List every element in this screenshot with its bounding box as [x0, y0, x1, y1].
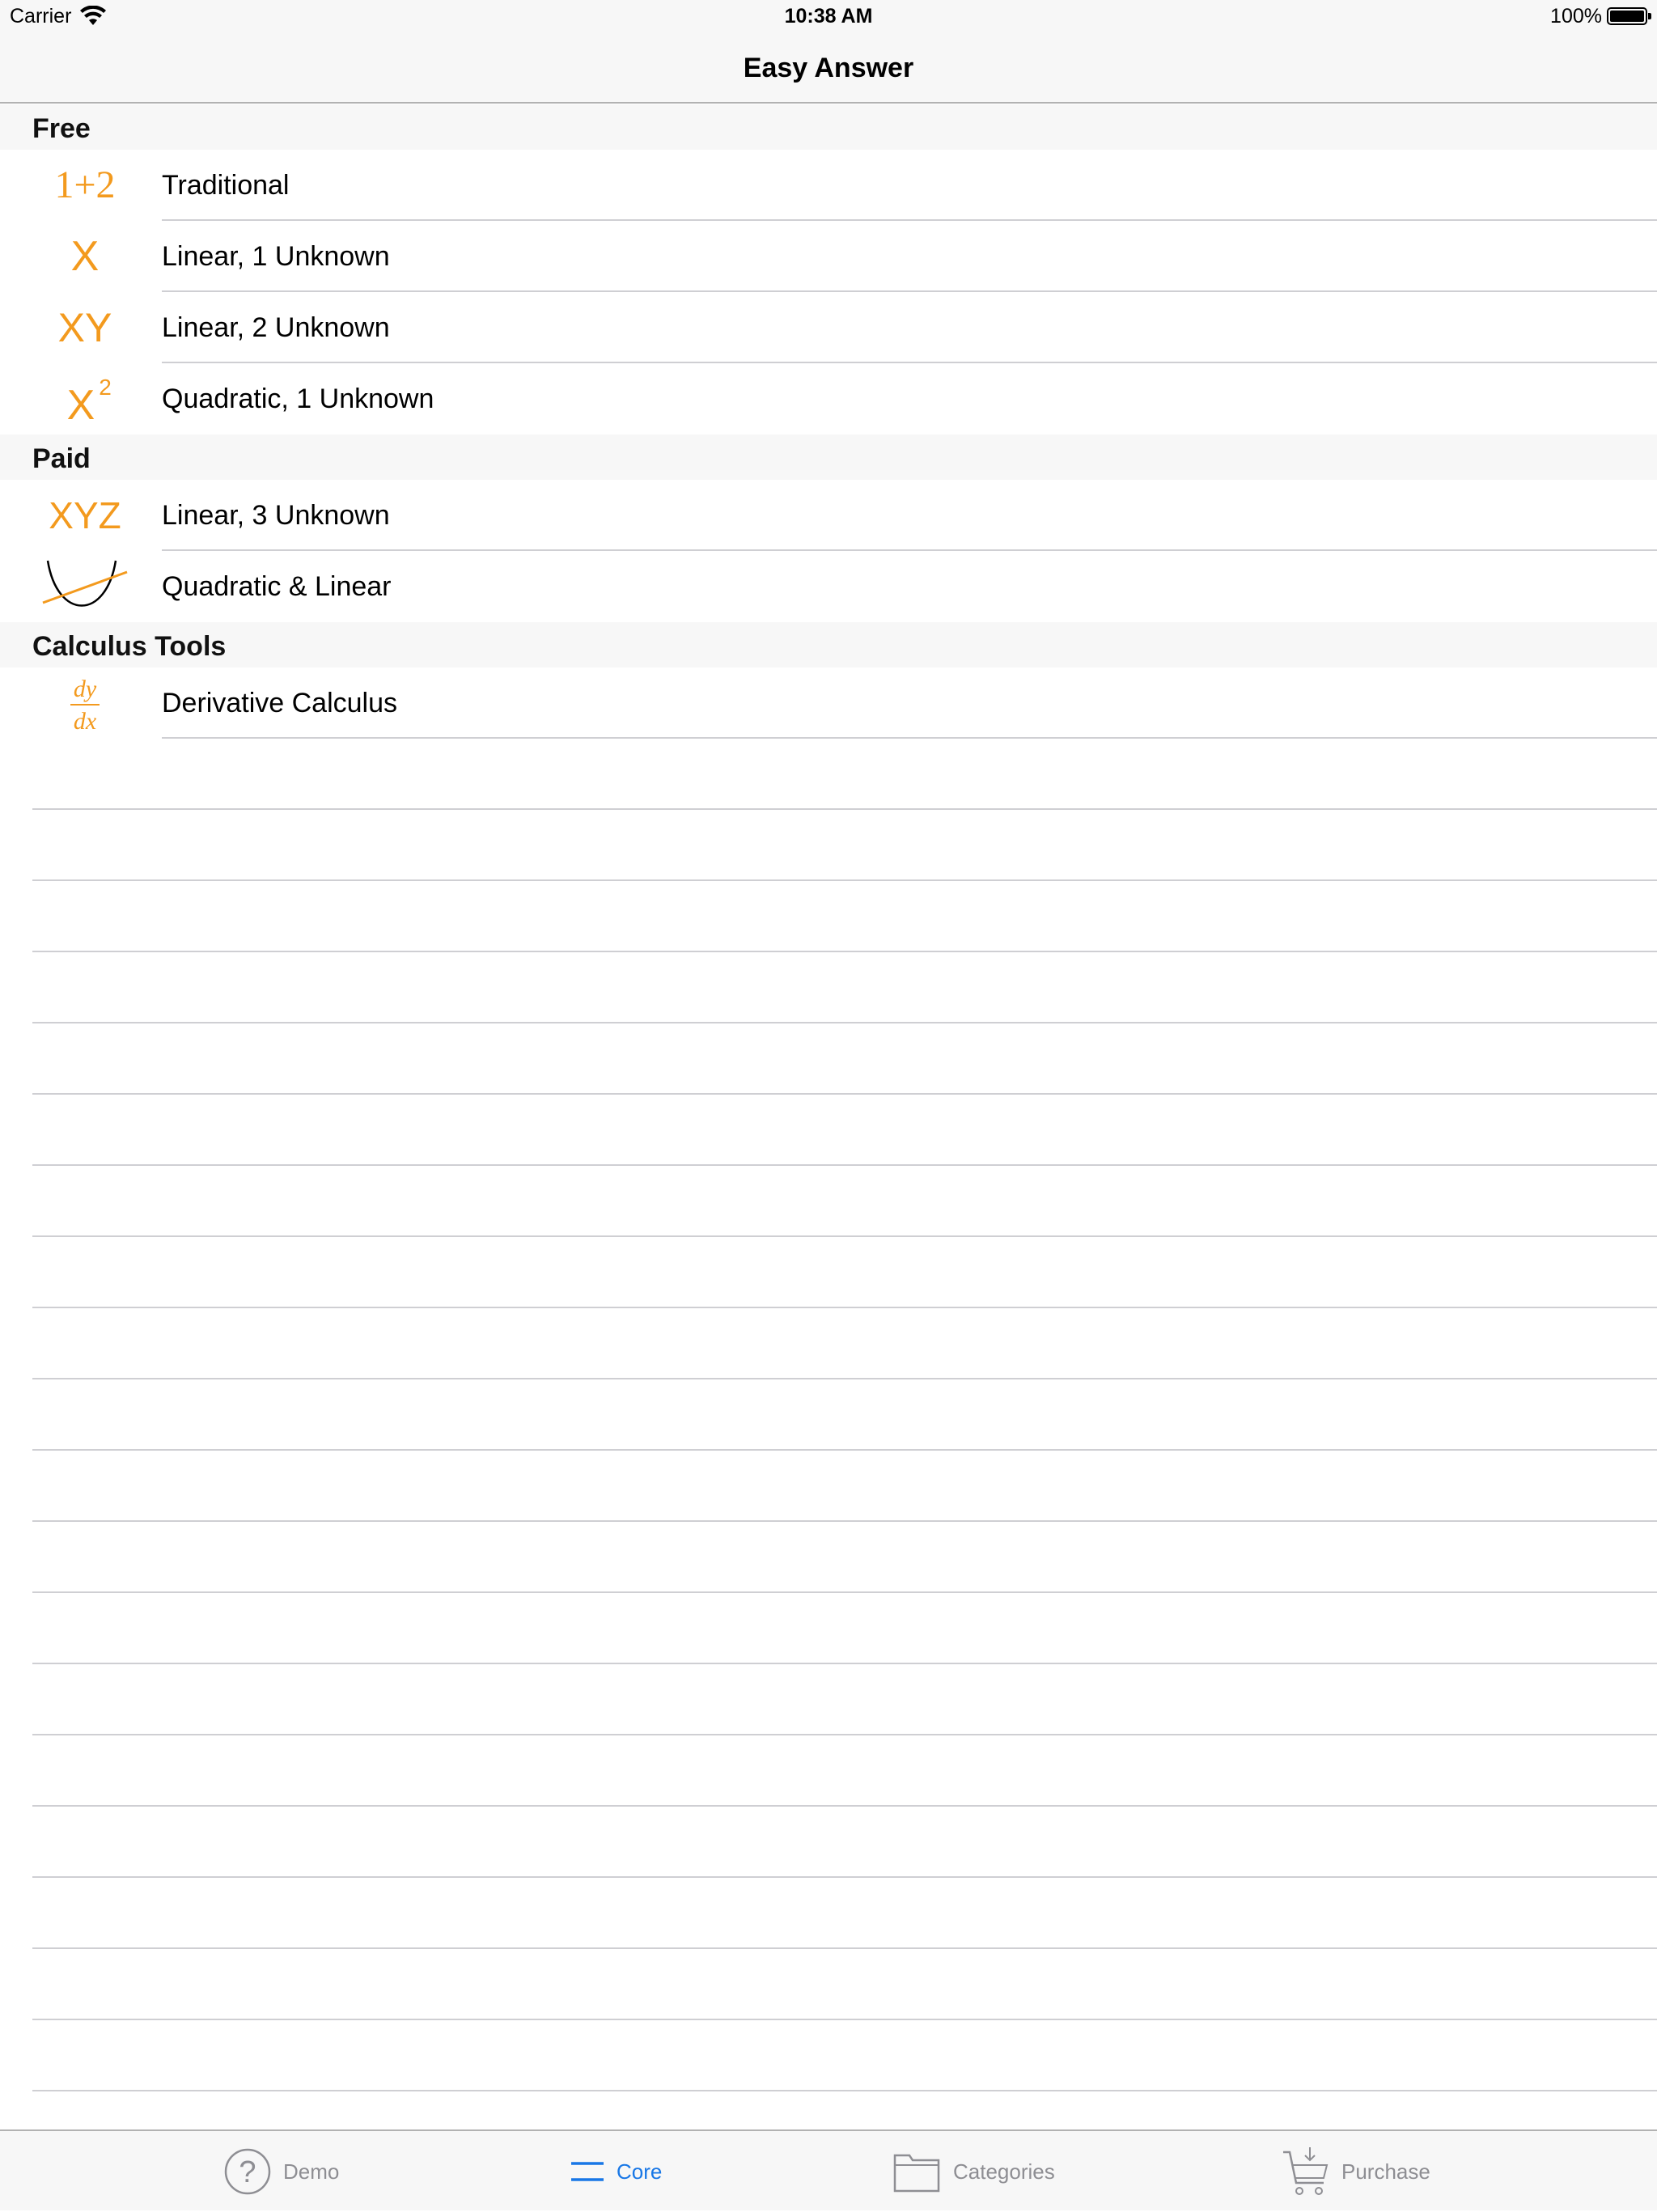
- row-separator: [32, 1307, 1657, 1308]
- row-separator: [32, 1378, 1657, 1379]
- section-header-calculus-tools: Calculus Tools: [0, 622, 1657, 667]
- tab-label: Core: [617, 2159, 663, 2184]
- tab-demo[interactable]: ? Demo: [223, 2131, 339, 2212]
- parabola-line-icon: [32, 551, 138, 622]
- svg-text:X: X: [67, 382, 95, 427]
- empty-table-area: [0, 739, 1657, 2130]
- dy-dx-icon: dy dx: [32, 667, 138, 739]
- xy-icon: XY: [32, 292, 138, 363]
- row-separator: [32, 1947, 1657, 1949]
- section-title: Paid: [32, 443, 91, 474]
- row-separator: [32, 1591, 1657, 1593]
- one-plus-two-icon: 1+2: [32, 150, 138, 221]
- row-separator: [32, 879, 1657, 881]
- page-title: Easy Answer: [743, 53, 914, 83]
- tab-purchase[interactable]: Purchase: [1282, 2131, 1430, 2212]
- list-item-quadratic-linear[interactable]: Quadratic & Linear: [0, 551, 1657, 622]
- battery-percent: 100%: [1550, 5, 1602, 28]
- section-header-paid: Paid: [0, 434, 1657, 480]
- section-title: Calculus Tools: [32, 631, 227, 662]
- row-separator: [32, 1449, 1657, 1451]
- tab-core[interactable]: Core: [570, 2131, 662, 2212]
- row-separator: [32, 1164, 1657, 1166]
- svg-text:XYZ: XYZ: [49, 494, 121, 536]
- row-separator: [32, 1663, 1657, 1664]
- svg-text:dx: dx: [74, 708, 97, 735]
- svg-text:?: ?: [239, 2155, 256, 2189]
- xyz-icon: XYZ: [32, 480, 138, 551]
- row-separator: [32, 1235, 1657, 1237]
- list-item-quadratic-1-unknown[interactable]: X 2 Quadratic, 1 Unknown: [0, 363, 1657, 434]
- list-item-traditional[interactable]: 1+2 Traditional: [0, 150, 1657, 221]
- status-time: 10:38 AM: [784, 5, 873, 28]
- row-separator: [32, 1520, 1657, 1522]
- svg-text:2: 2: [99, 375, 112, 400]
- svg-text:XY: XY: [58, 305, 112, 350]
- section-title: Free: [32, 113, 91, 144]
- list-item-label: Derivative Calculus: [162, 688, 397, 718]
- list-item-label: Quadratic & Linear: [162, 571, 392, 602]
- equation-type-list: Free 1+2 Traditional X Linear, 1 Unknown…: [0, 104, 1657, 739]
- list-item-label: Quadratic, 1 Unknown: [162, 383, 434, 414]
- list-item-label: Traditional: [162, 170, 290, 201]
- row-separator: [32, 1805, 1657, 1807]
- x-icon: X: [32, 221, 138, 292]
- cart-icon: [1282, 2146, 1330, 2197]
- tab-label: Purchase: [1341, 2159, 1430, 2184]
- list-item-label: Linear, 1 Unknown: [162, 241, 390, 272]
- list-item-derivative-calculus[interactable]: dy dx Derivative Calculus: [0, 667, 1657, 739]
- tab-label: Categories: [953, 2159, 1055, 2184]
- list-item-label: Linear, 2 Unknown: [162, 312, 390, 343]
- list-item-label: Linear, 3 Unknown: [162, 500, 390, 531]
- row-separator: [32, 1876, 1657, 1878]
- row-separator: [32, 2019, 1657, 2020]
- x-squared-icon: X 2: [32, 363, 138, 434]
- status-battery: 100%: [1550, 3, 1651, 29]
- svg-text:1+2: 1+2: [54, 163, 115, 206]
- row-separator: [32, 1093, 1657, 1095]
- svg-text:dy: dy: [74, 676, 97, 702]
- status-bar: Carrier 10:38 AM 100%: [0, 0, 1657, 32]
- row-separator: [32, 1734, 1657, 1735]
- tab-bar: ? Demo Core Categories Purchase: [0, 2129, 1657, 2210]
- row-separator: [32, 951, 1657, 952]
- row-separator: [32, 808, 1657, 810]
- question-circle-icon: ?: [223, 2147, 272, 2196]
- list-item-linear-2-unknown[interactable]: XY Linear, 2 Unknown: [0, 292, 1657, 363]
- folder-icon: [893, 2149, 942, 2194]
- tab-label: Demo: [283, 2159, 340, 2184]
- list-item-linear-3-unknown[interactable]: XYZ Linear, 3 Unknown: [0, 480, 1657, 551]
- list-item-linear-1-unknown[interactable]: X Linear, 1 Unknown: [0, 221, 1657, 292]
- tab-categories[interactable]: Categories: [893, 2131, 1055, 2212]
- row-separator: [32, 2090, 1657, 2091]
- svg-text:X: X: [71, 233, 100, 280]
- menu-lines-icon: [570, 2155, 605, 2188]
- battery-icon: [1607, 7, 1651, 25]
- section-header-free: Free: [0, 104, 1657, 150]
- navigation-bar: Easy Answer: [0, 32, 1657, 104]
- row-separator: [32, 1022, 1657, 1023]
